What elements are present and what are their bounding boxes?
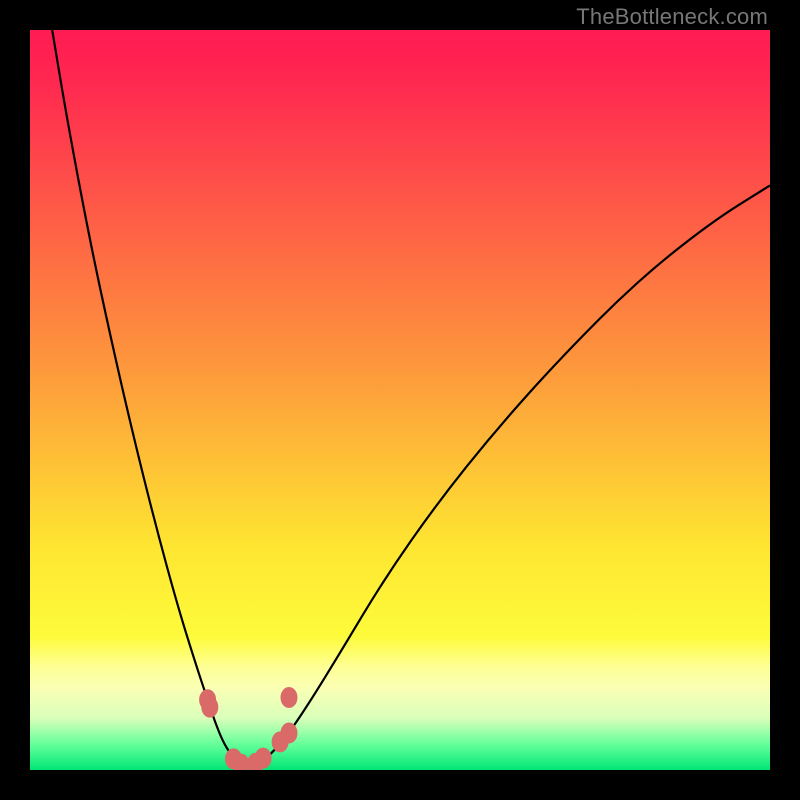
data-marker (233, 754, 249, 770)
curve-layer (30, 30, 770, 770)
data-marker (281, 687, 297, 707)
chart-frame: TheBottleneck.com (0, 0, 800, 800)
data-marker (281, 723, 297, 743)
plot-area (30, 30, 770, 770)
data-marker (202, 697, 218, 717)
bottleneck-curve (52, 30, 770, 766)
watermark-text: TheBottleneck.com (576, 4, 768, 30)
data-markers (200, 687, 297, 770)
data-marker (255, 748, 271, 768)
